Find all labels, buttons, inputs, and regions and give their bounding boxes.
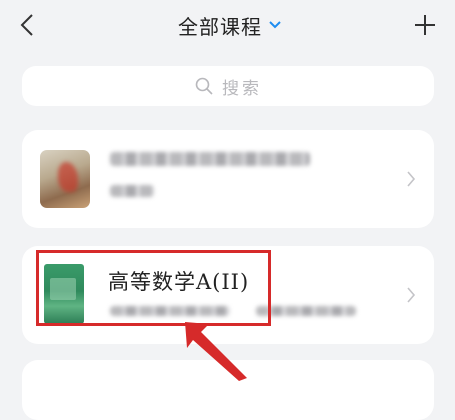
search-icon <box>195 77 213 95</box>
course-filter-dropdown[interactable]: 全部课程 <box>150 11 310 39</box>
chevron-down-icon <box>269 21 281 29</box>
red-arrow-annotation <box>185 322 247 381</box>
add-button[interactable] <box>408 8 442 42</box>
page-title: 全部课程 <box>178 14 262 39</box>
back-button[interactable] <box>14 8 44 42</box>
top-bar: 全部课程 <box>0 0 455 50</box>
chevron-right-icon <box>407 287 416 303</box>
redacted-course-title <box>110 152 310 166</box>
plus-icon <box>415 15 435 35</box>
redacted-course-subtitle <box>110 185 154 197</box>
redacted-course-subtitle <box>256 306 356 316</box>
chevron-left-icon <box>20 14 33 36</box>
search-input[interactable]: 搜索 <box>22 66 434 106</box>
course-thumbnail <box>40 150 90 208</box>
chevron-right-icon <box>407 171 416 187</box>
highlight-box <box>36 250 271 326</box>
course-card[interactable] <box>22 130 434 228</box>
search-placeholder: 搜索 <box>222 78 262 99</box>
